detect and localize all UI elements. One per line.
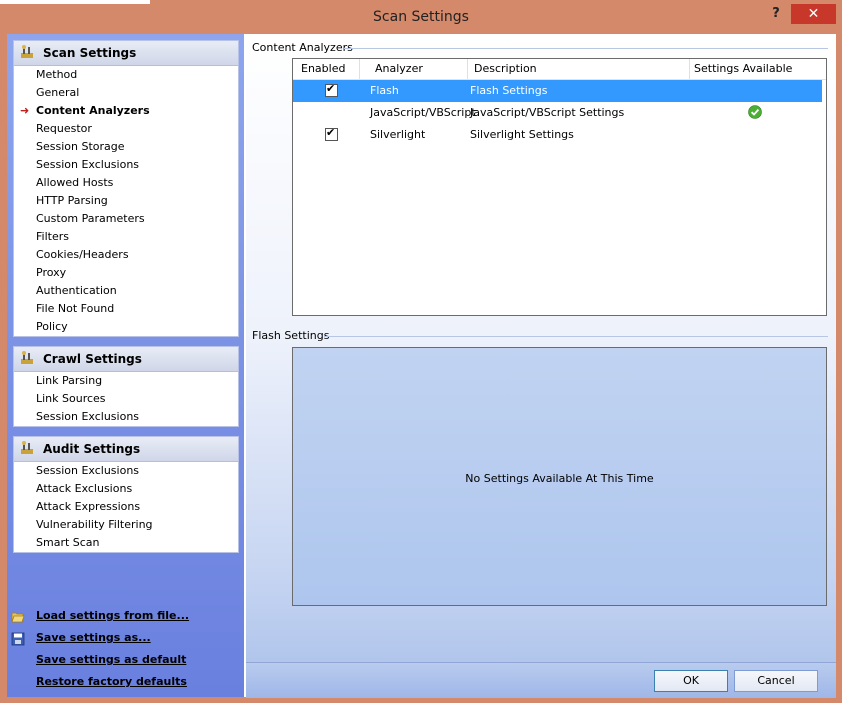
sidebar-item-content-analyzers[interactable]: ➜ Content Analyzers: [14, 102, 238, 120]
sidebar-item-session-storage[interactable]: Session Storage: [14, 138, 238, 156]
window-title: Scan Settings: [373, 9, 469, 25]
column-separator: [467, 59, 468, 79]
sidebar-item-smart-scan[interactable]: Smart Scan: [14, 534, 238, 552]
sidebar-item-requestor[interactable]: Requestor: [14, 120, 238, 138]
sidebar-item-link-sources[interactable]: Link Sources: [14, 390, 238, 408]
description-cell: JavaScript/VBScript Settings: [470, 106, 625, 119]
enabled-checkbox[interactable]: [325, 82, 338, 97]
sidebar-item-label: Content Analyzers: [36, 104, 150, 117]
sidebar-item-method[interactable]: Method: [14, 66, 238, 84]
table-row[interactable]: Flash Flash Settings: [293, 80, 822, 102]
sidebar-item-file-not-found[interactable]: File Not Found: [14, 300, 238, 318]
sidebar-item-proxy[interactable]: Proxy: [14, 264, 238, 282]
flash-settings-panel: No Settings Available At This Time: [292, 347, 827, 606]
table-row[interactable]: Silverlight Silverlight Settings: [293, 124, 822, 146]
group-title: Audit Settings: [43, 442, 141, 456]
analyzer-cell: JavaScript/VBScript: [370, 106, 476, 119]
section-divider: [324, 336, 828, 337]
sidebar-item-attack-expressions[interactable]: Attack Expressions: [14, 498, 238, 516]
sidebar-item-authentication[interactable]: Authentication: [14, 282, 238, 300]
floppy-disk-icon: [11, 632, 25, 646]
folder-open-icon: [11, 612, 25, 623]
title-bar: Scan Settings ? ✕: [0, 0, 842, 34]
dialog-body: Scan Settings Method General ➜ Content A…: [7, 34, 836, 698]
close-button[interactable]: ✕: [791, 4, 836, 24]
sidebar-item-attack-exclusions[interactable]: Attack Exclusions: [14, 480, 238, 498]
sidebar-item-allowed-hosts[interactable]: Allowed Hosts: [14, 174, 238, 192]
column-header-description[interactable]: Description: [474, 62, 537, 75]
content-panel: Content Analyzers Enabled Analyzer Descr…: [246, 34, 836, 698]
cancel-button[interactable]: Cancel: [734, 670, 818, 692]
section-divider: [344, 48, 828, 49]
link-label: Save settings as default: [36, 653, 187, 666]
background-window-strip: [0, 0, 150, 4]
sidebar-item-cookies-headers[interactable]: Cookies/Headers: [14, 246, 238, 264]
green-check-icon: [748, 105, 762, 119]
audit-settings-header[interactable]: Audit Settings: [14, 437, 238, 462]
link-label: Save settings as...: [36, 631, 151, 644]
group-title: Crawl Settings: [43, 352, 142, 366]
crawl-settings-header[interactable]: Crawl Settings: [14, 347, 238, 372]
dialog-button-bar: OK Cancel: [246, 662, 836, 698]
group-title: Scan Settings: [43, 46, 137, 60]
description-cell: Silverlight Settings: [470, 128, 574, 141]
sidebar-item-http-parsing[interactable]: HTTP Parsing: [14, 192, 238, 210]
sidebar-item-filters[interactable]: Filters: [14, 228, 238, 246]
save-settings-as-link[interactable]: Save settings as...: [11, 628, 241, 650]
analyzer-cell: Flash: [370, 84, 399, 97]
column-header-analyzer[interactable]: Analyzer: [375, 62, 423, 75]
scan-settings-header[interactable]: Scan Settings: [14, 41, 238, 66]
sidebar-item-audit-session-exclusions[interactable]: Session Exclusions: [14, 462, 238, 480]
description-cell: Flash Settings: [470, 84, 548, 97]
save-settings-default-link[interactable]: Save settings as default: [11, 650, 241, 672]
link-label: Load settings from file...: [36, 609, 190, 622]
sidebar-item-session-exclusions[interactable]: Session Exclusions: [14, 156, 238, 174]
grid-header: Enabled Analyzer Description Settings Av…: [293, 59, 826, 80]
column-header-enabled[interactable]: Enabled: [301, 62, 345, 75]
help-button[interactable]: ?: [763, 4, 789, 24]
current-item-arrow-icon: ➜: [20, 104, 30, 117]
wrench-settings-icon: [21, 351, 33, 364]
audit-settings-group: Audit Settings Session Exclusions Attack…: [13, 436, 239, 553]
column-separator: [359, 59, 360, 79]
sidebar-item-crawl-session-exclusions[interactable]: Session Exclusions: [14, 408, 238, 426]
wrench-settings-icon: [21, 441, 33, 454]
settings-sidebar: Scan Settings Method General ➜ Content A…: [7, 34, 244, 697]
flash-settings-section-label: Flash Settings: [252, 329, 330, 342]
table-row[interactable]: JavaScript/VBScript JavaScript/VBScript …: [293, 102, 822, 124]
analyzers-grid: Enabled Analyzer Description Settings Av…: [292, 58, 827, 316]
sidebar-item-link-parsing[interactable]: Link Parsing: [14, 372, 238, 390]
enabled-checkbox[interactable]: [325, 126, 338, 141]
ok-button[interactable]: OK: [654, 670, 728, 692]
content-analyzers-section-label: Content Analyzers: [252, 41, 353, 54]
link-label: Restore factory defaults: [36, 675, 187, 688]
settings-links: Load settings from file... Save settings…: [11, 606, 241, 694]
sidebar-item-custom-parameters[interactable]: Custom Parameters: [14, 210, 238, 228]
wrench-settings-icon: [21, 45, 33, 58]
column-header-settings-available[interactable]: Settings Available: [694, 62, 792, 75]
sidebar-item-vulnerability-filtering[interactable]: Vulnerability Filtering: [14, 516, 238, 534]
sidebar-item-policy[interactable]: Policy: [14, 318, 238, 336]
restore-defaults-link[interactable]: Restore factory defaults: [11, 672, 241, 694]
sidebar-item-general[interactable]: General: [14, 84, 238, 102]
analyzer-cell: Silverlight: [370, 128, 426, 141]
load-settings-link[interactable]: Load settings from file...: [11, 606, 241, 628]
no-settings-message: No Settings Available At This Time: [465, 472, 654, 485]
scan-settings-group: Scan Settings Method General ➜ Content A…: [13, 40, 239, 337]
column-separator: [689, 59, 690, 79]
crawl-settings-group: Crawl Settings Link Parsing Link Sources…: [13, 346, 239, 427]
